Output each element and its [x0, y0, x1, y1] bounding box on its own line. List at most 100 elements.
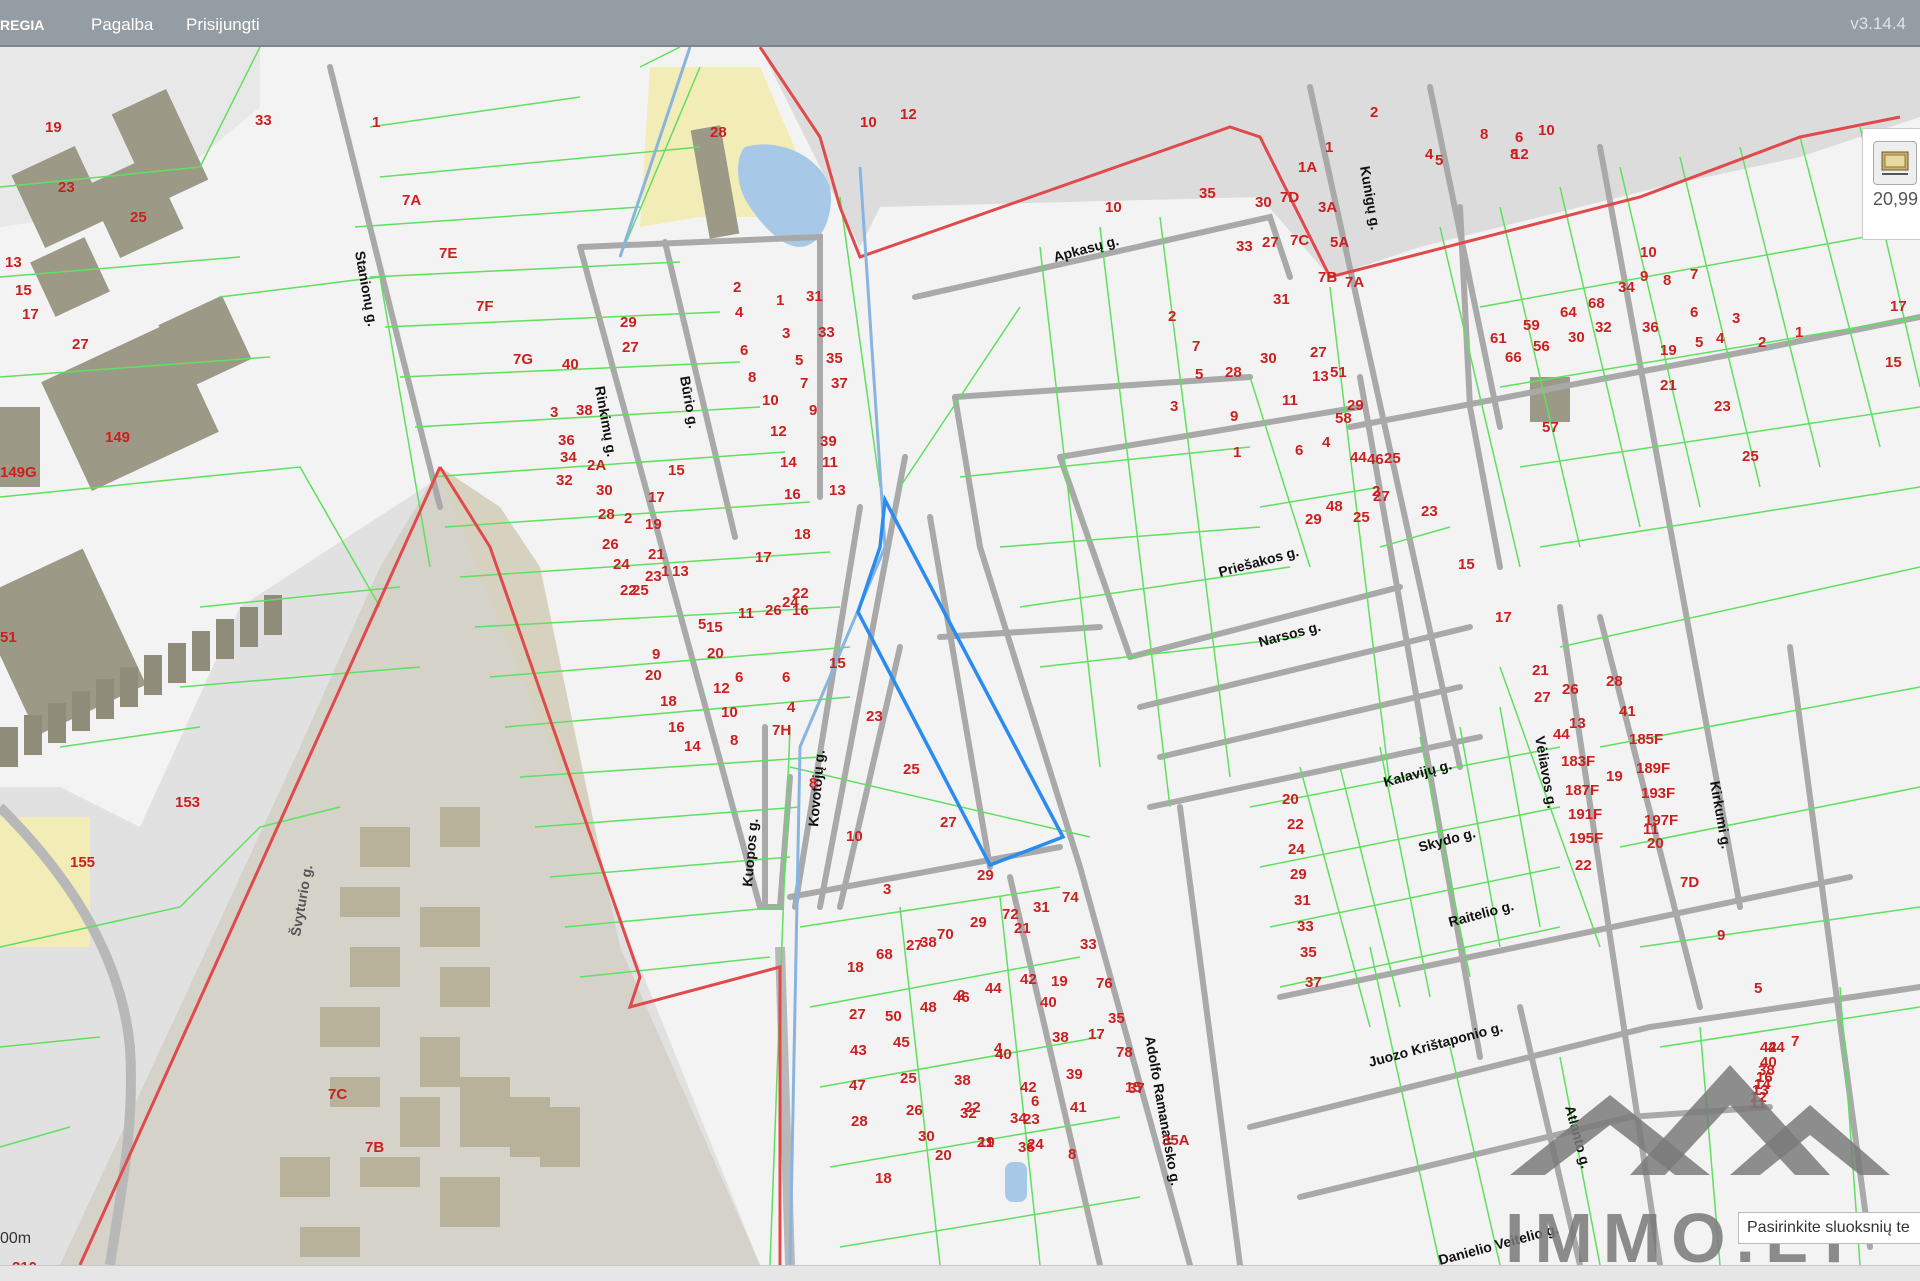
parcel-number: 7C: [1290, 232, 1309, 249]
parcel-number: 20: [1282, 791, 1299, 808]
parcel-number: 28: [1225, 364, 1242, 381]
parcel-number: 5A: [1330, 234, 1349, 251]
parcel-number: 33: [1297, 918, 1314, 935]
parcel-number: 4: [1425, 146, 1434, 163]
parcel-number: 17: [1890, 298, 1907, 315]
parcel-number: 19: [645, 516, 662, 533]
layer-select-input[interactable]: Pasirinkite sluoksnių te: [1738, 1212, 1920, 1244]
parcel-number: 23: [58, 179, 75, 196]
parcel-number: 35: [1108, 1010, 1125, 1027]
parcel-number: 36: [1642, 319, 1659, 336]
parcel-number: 38: [954, 1072, 971, 1089]
parcel-number: 23: [645, 568, 662, 585]
parcel-number: 34: [560, 449, 577, 466]
parcel-number: 24: [1027, 1136, 1044, 1153]
parcel-number: 189F: [1636, 760, 1670, 777]
nav-help[interactable]: Pagalba: [91, 15, 153, 35]
parcel-number: 27: [1310, 344, 1327, 361]
parcel-number: 33: [818, 324, 835, 341]
parcel-number: 6: [1515, 129, 1523, 146]
parcel-number: 10: [860, 114, 877, 131]
layers-icon[interactable]: [1873, 141, 1917, 185]
parcel-number: 68: [876, 946, 893, 963]
parcel-number: 30: [1568, 329, 1585, 346]
parcel-number: 7: [1192, 338, 1200, 355]
pond-small: [1005, 1162, 1027, 1202]
parcel-number: 3: [1732, 310, 1740, 327]
parcel-number: 9: [809, 402, 817, 419]
parcel-number: 13: [829, 482, 846, 499]
parcel-number: 25: [1384, 450, 1401, 467]
parcel-number: 30: [1260, 350, 1277, 367]
parcel-number: 29: [1305, 511, 1322, 528]
parcel-number: 22: [964, 1099, 981, 1116]
parcel-number: 27: [849, 1006, 866, 1023]
parcel-number: 29: [970, 914, 987, 931]
parcel-number: 18: [794, 526, 811, 543]
parcel-number: 44: [985, 980, 1002, 997]
parcel-number: 31: [1273, 291, 1290, 308]
parcel-number: 16: [784, 486, 801, 503]
parcel-number: 31: [1294, 892, 1311, 909]
parcel-number: 8: [1480, 126, 1488, 143]
nav-login[interactable]: Prisijungti: [186, 15, 260, 35]
app-brand[interactable]: REGIA: [0, 17, 44, 33]
parcel-number: 2: [957, 987, 965, 1004]
parcel-number: 32: [556, 472, 573, 489]
parcel-number: 1A: [1298, 159, 1317, 176]
parcel-number: 183F: [1561, 753, 1595, 770]
parcel-number: 21: [648, 546, 665, 563]
parcel-number: 3: [782, 325, 790, 342]
parcel-number: 17: [755, 549, 772, 566]
parcel-number: 27: [622, 339, 639, 356]
parcel-number: 23: [1421, 503, 1438, 520]
parcel-number: 39: [1066, 1066, 1083, 1083]
parcel-number: 12: [900, 106, 917, 123]
parcel-number: 7F: [476, 298, 494, 315]
parcel-number: 19: [45, 119, 62, 136]
parcel-number: 36: [558, 432, 575, 449]
parcel-number: 5: [1754, 980, 1762, 997]
parcel-number: 40: [1040, 994, 1057, 1011]
parcel-number: 19: [1606, 768, 1623, 785]
parcel-number: 19: [1051, 973, 1068, 990]
parcel-number: 47: [849, 1077, 866, 1094]
parcel-number: 7B: [365, 1139, 384, 1156]
parcel-number: 25: [130, 209, 147, 226]
parcel-number: 17: [1495, 609, 1512, 626]
parcel-number: 5: [1695, 334, 1703, 351]
parcel-number: 9: [1717, 927, 1725, 944]
parcel-number: 18: [875, 1170, 892, 1187]
parcel-number: 8: [809, 775, 817, 792]
parcel-number: 11: [1643, 821, 1659, 838]
parcel-number: 74: [1062, 889, 1079, 906]
parcel-number: 2: [624, 510, 632, 527]
parcel-number: 13: [1312, 368, 1329, 385]
parcel-number: 20: [707, 645, 724, 662]
parcel-number: 8: [1663, 272, 1671, 289]
parcel-number: 44: [1553, 726, 1570, 743]
parcel-number: 46: [1367, 451, 1384, 468]
parcel-number: 23: [1714, 398, 1731, 415]
parcel-number: 7C: [328, 1086, 347, 1103]
version-label: v3.14.4: [1850, 14, 1906, 33]
parcel-number: 15: [706, 619, 723, 636]
parcel-number: 25: [900, 1070, 917, 1087]
parcel-number: 56: [1533, 338, 1550, 355]
parcel-number: 16: [792, 602, 809, 619]
parcel-number: 8: [748, 369, 756, 386]
parcel-number: 9: [1640, 268, 1648, 285]
parcel-number: 6: [1690, 304, 1698, 321]
parcel-number: 23: [1023, 1111, 1040, 1128]
parcel-number: 70: [937, 926, 954, 943]
parcel-number: 28: [1606, 673, 1623, 690]
parcel-number: 14: [684, 738, 701, 755]
parcel-number: 7: [1690, 266, 1698, 283]
parcel-number: 10: [721, 704, 738, 721]
parcel-number: 26: [765, 602, 782, 619]
parcel-number: 18: [660, 693, 677, 710]
parcel-number: 66: [1505, 349, 1522, 366]
parcel-number: 20: [935, 1147, 952, 1164]
parcel-number: 15: [1458, 556, 1475, 573]
parcel-number: 34: [1618, 279, 1635, 296]
